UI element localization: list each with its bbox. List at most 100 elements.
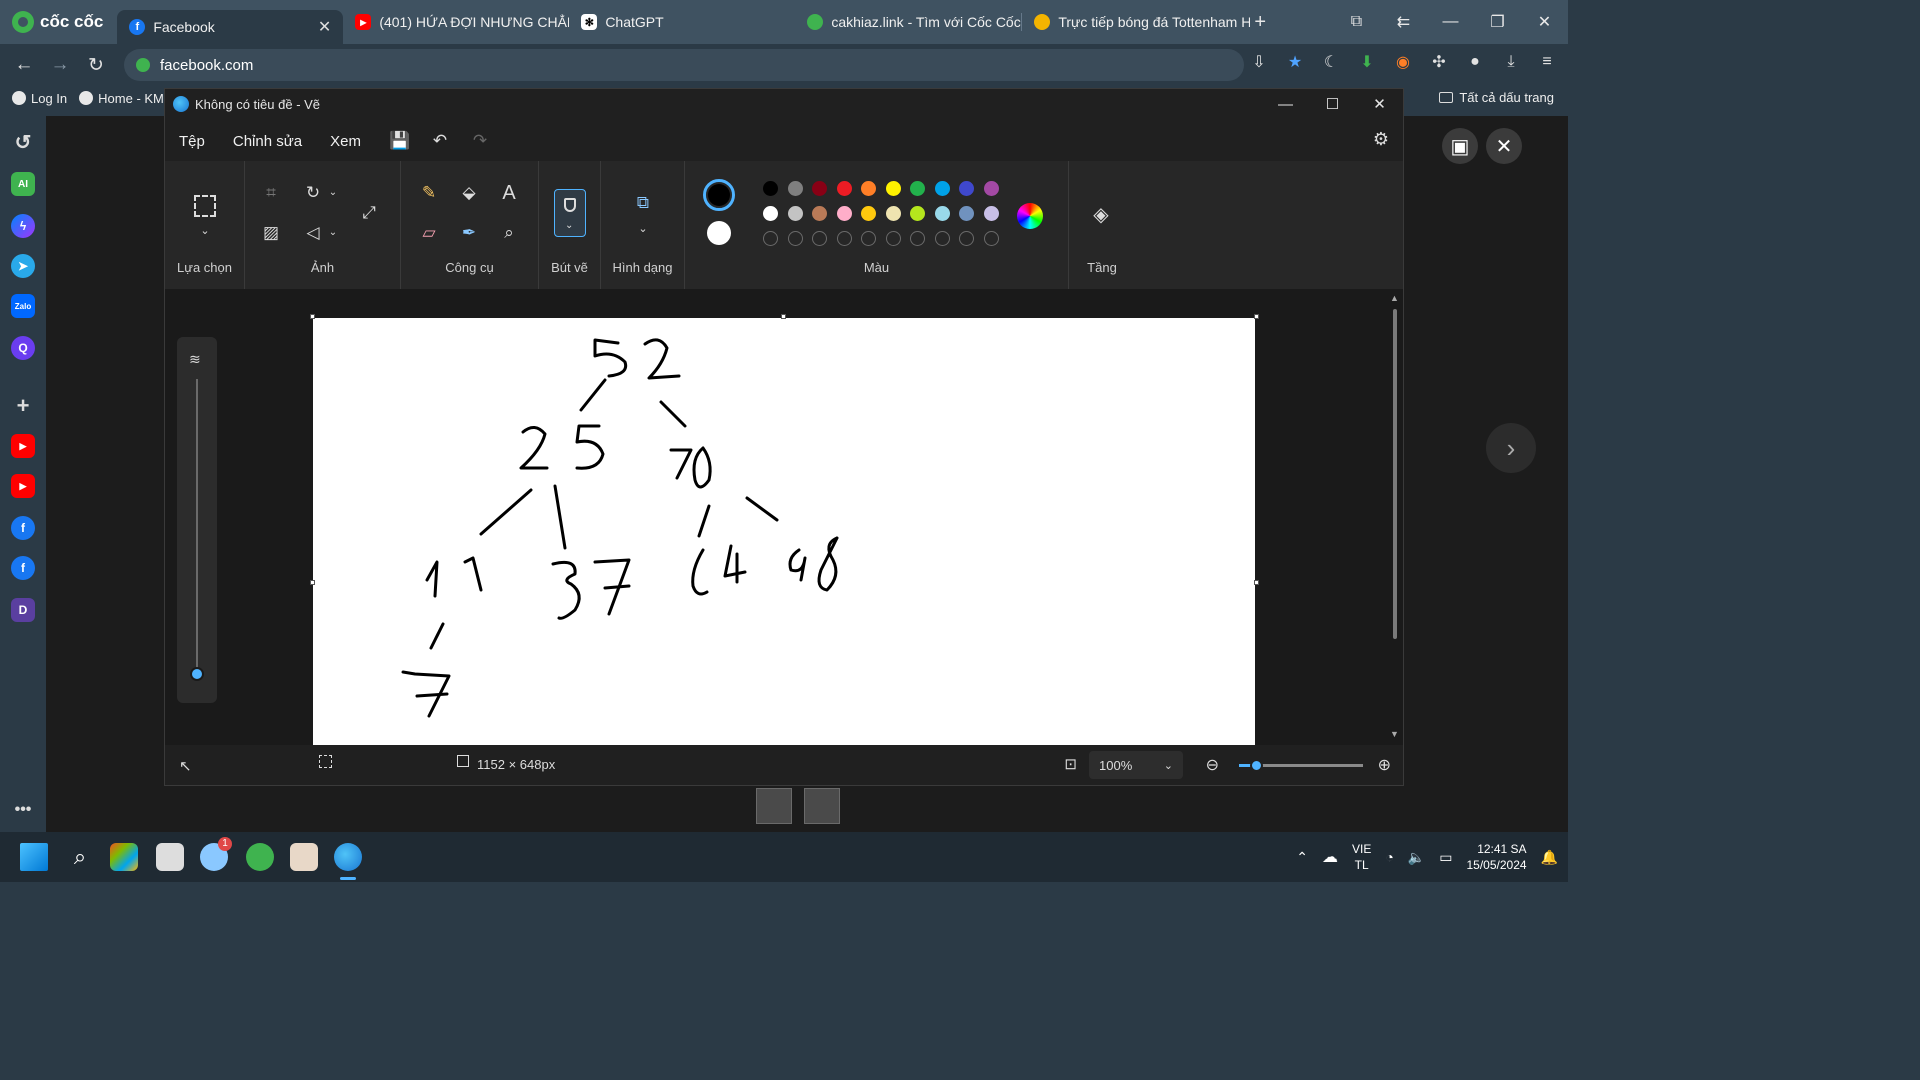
tab-youtube[interactable]: ▶ (401) HỨA ĐỢI NHƯNG CHẲNG xyxy=(343,5,569,39)
minimize-icon[interactable]: — xyxy=(1427,13,1474,31)
maximize-icon[interactable]: ☐ xyxy=(1309,89,1356,119)
color-swatch[interactable] xyxy=(861,206,876,221)
custom-color-slot[interactable] xyxy=(910,231,925,246)
coccoc-logo[interactable]: cốc cốc xyxy=(0,0,117,44)
color-swatch[interactable] xyxy=(910,206,925,221)
menu-edit[interactable]: Chỉnh sửa xyxy=(219,133,316,150)
custom-color-slot[interactable] xyxy=(836,231,852,246)
eraser-icon[interactable]: ▱ xyxy=(417,221,441,245)
wifi-icon[interactable]: ◔ xyxy=(1385,849,1393,865)
forward-arrow-icon[interactable]: → xyxy=(42,54,78,76)
install-app-icon[interactable]: ⇩ xyxy=(1248,52,1270,72)
coccoc-taskbar-icon[interactable] xyxy=(246,843,274,871)
messenger-icon[interactable]: ϟ xyxy=(11,214,35,238)
search-app-icon[interactable]: Q xyxy=(11,336,35,360)
color-swatch[interactable] xyxy=(787,181,803,196)
custom-color-slot[interactable] xyxy=(983,231,999,246)
notification-bell-icon[interactable]: 🔔 xyxy=(1541,849,1558,866)
chevron-down-icon[interactable]: ⌄ xyxy=(321,221,345,245)
tab-search-icon[interactable]: ⧉ xyxy=(1333,13,1380,31)
game-app-icon[interactable] xyxy=(290,843,318,871)
menu-view[interactable]: Xem xyxy=(316,133,375,150)
minimize-icon[interactable]: — xyxy=(1262,89,1309,119)
edit-colors-icon[interactable] xyxy=(1017,203,1043,229)
color-swatch[interactable] xyxy=(812,181,827,196)
secondary-color-swatch[interactable] xyxy=(707,221,731,245)
ai-icon[interactable]: AI xyxy=(11,172,35,196)
undo-icon[interactable]: ↶ xyxy=(425,131,455,151)
resize-icon[interactable]: ⤢ xyxy=(357,201,381,225)
color-swatch[interactable] xyxy=(836,181,852,196)
vertical-scrollbar[interactable]: ▲ ▼ xyxy=(1390,293,1399,739)
telegram-icon[interactable]: ➤ xyxy=(11,254,35,278)
photo-thumbnail[interactable] xyxy=(804,788,840,824)
youtube-icon[interactable]: ▶ xyxy=(11,434,35,458)
save-icon[interactable]: 💾 xyxy=(385,131,415,151)
download-green-icon[interactable]: ⬇ xyxy=(1356,52,1378,72)
close-icon[interactable]: ✕ xyxy=(1356,89,1403,119)
crop-icon[interactable]: ⌗ xyxy=(259,181,283,205)
task-view-icon[interactable] xyxy=(156,843,184,871)
resize-handle[interactable] xyxy=(781,314,786,319)
paint-taskbar-icon[interactable] xyxy=(334,843,362,871)
facebook-icon[interactable]: f xyxy=(11,556,35,580)
bookmark-home[interactable]: Home - KM xyxy=(67,91,164,106)
settings-gear-icon[interactable]: ⚙ xyxy=(1373,129,1389,150)
d-app-icon[interactable]: D xyxy=(11,598,35,622)
custom-color-slot[interactable] xyxy=(934,231,950,246)
start-windows-icon[interactable] xyxy=(20,843,48,871)
show-hidden-icons-chevron-icon[interactable]: ⌃ xyxy=(1296,849,1308,866)
chevron-down-icon[interactable]: ⌄ xyxy=(631,217,655,241)
color-swatch[interactable] xyxy=(885,181,901,196)
back-arrow-icon[interactable]: ← xyxy=(6,54,42,76)
new-tab-icon[interactable]: + xyxy=(1254,11,1266,34)
fit-to-window-icon[interactable]: ⊡ xyxy=(1064,755,1077,773)
search-icon[interactable]: ⌕ xyxy=(66,843,94,871)
resize-handle[interactable] xyxy=(1254,580,1259,585)
resize-handle[interactable] xyxy=(310,314,315,319)
resize-handle[interactable] xyxy=(1254,314,1259,319)
zoom-out-icon[interactable]: ⊖ xyxy=(1206,755,1219,775)
background-remove-icon[interactable]: ▨ xyxy=(259,221,283,245)
chevron-down-icon[interactable]: ⌄ xyxy=(193,219,217,243)
zoom-in-icon[interactable]: ⊕ xyxy=(1378,755,1391,775)
facebook-icon[interactable]: f xyxy=(11,516,35,540)
tab-chatgpt[interactable]: ✻ ChatGPT xyxy=(569,5,795,39)
input-language[interactable]: VIE TL xyxy=(1352,841,1371,873)
redo-icon[interactable]: ↷ xyxy=(465,131,495,151)
color-swatch[interactable] xyxy=(934,206,950,221)
extension-coccoc-icon[interactable]: ◉ xyxy=(1392,52,1414,72)
custom-color-slot[interactable] xyxy=(787,231,803,246)
color-picker-icon[interactable]: ✒ xyxy=(457,221,481,245)
copilot-icon[interactable] xyxy=(110,843,138,871)
layers-icon[interactable]: ◈ xyxy=(1089,203,1113,227)
extensions-puzzle-icon[interactable]: ✣ xyxy=(1428,52,1450,72)
text-icon[interactable]: A xyxy=(497,181,521,205)
color-swatch[interactable] xyxy=(885,206,901,221)
slider-knob[interactable] xyxy=(190,667,204,681)
color-swatch[interactable] xyxy=(959,206,974,221)
viewer-close-icon[interactable]: ✕ xyxy=(1486,128,1522,164)
color-swatch[interactable] xyxy=(861,181,876,196)
reload-icon[interactable]: ↻ xyxy=(78,54,114,77)
photo-thumbnail[interactable] xyxy=(756,788,792,824)
color-swatch[interactable] xyxy=(812,206,827,221)
zoom-slider[interactable] xyxy=(1239,759,1363,772)
dark-mode-icon[interactable]: ☾ xyxy=(1320,52,1342,72)
bookmark-login[interactable]: Log In xyxy=(0,91,67,106)
color-swatch[interactable] xyxy=(983,181,999,196)
color-swatch[interactable] xyxy=(910,181,925,196)
clock[interactable]: 12:41 SA 15/05/2024 xyxy=(1467,841,1527,873)
all-bookmarks[interactable]: Tất cả dấu trang xyxy=(1439,90,1554,105)
chevron-down-icon[interactable]: ⌄ xyxy=(321,181,345,205)
more-icon[interactable]: ••• xyxy=(11,798,35,822)
history-icon[interactable]: ↺ xyxy=(11,130,35,154)
resize-handle[interactable] xyxy=(310,580,315,585)
zoom-dropdown[interactable]: 100% ⌄ xyxy=(1089,751,1183,779)
brush-size-slider[interactable]: ≋ xyxy=(177,337,217,703)
youtube-icon[interactable]: ▶ xyxy=(11,474,35,498)
volume-icon[interactable]: 🔈 xyxy=(1408,849,1425,866)
tab-facebook[interactable]: f Facebook ✕ xyxy=(117,10,344,44)
brush-icon[interactable]: ⌄ xyxy=(554,189,586,237)
pencil-icon[interactable]: ✎ xyxy=(417,181,441,205)
